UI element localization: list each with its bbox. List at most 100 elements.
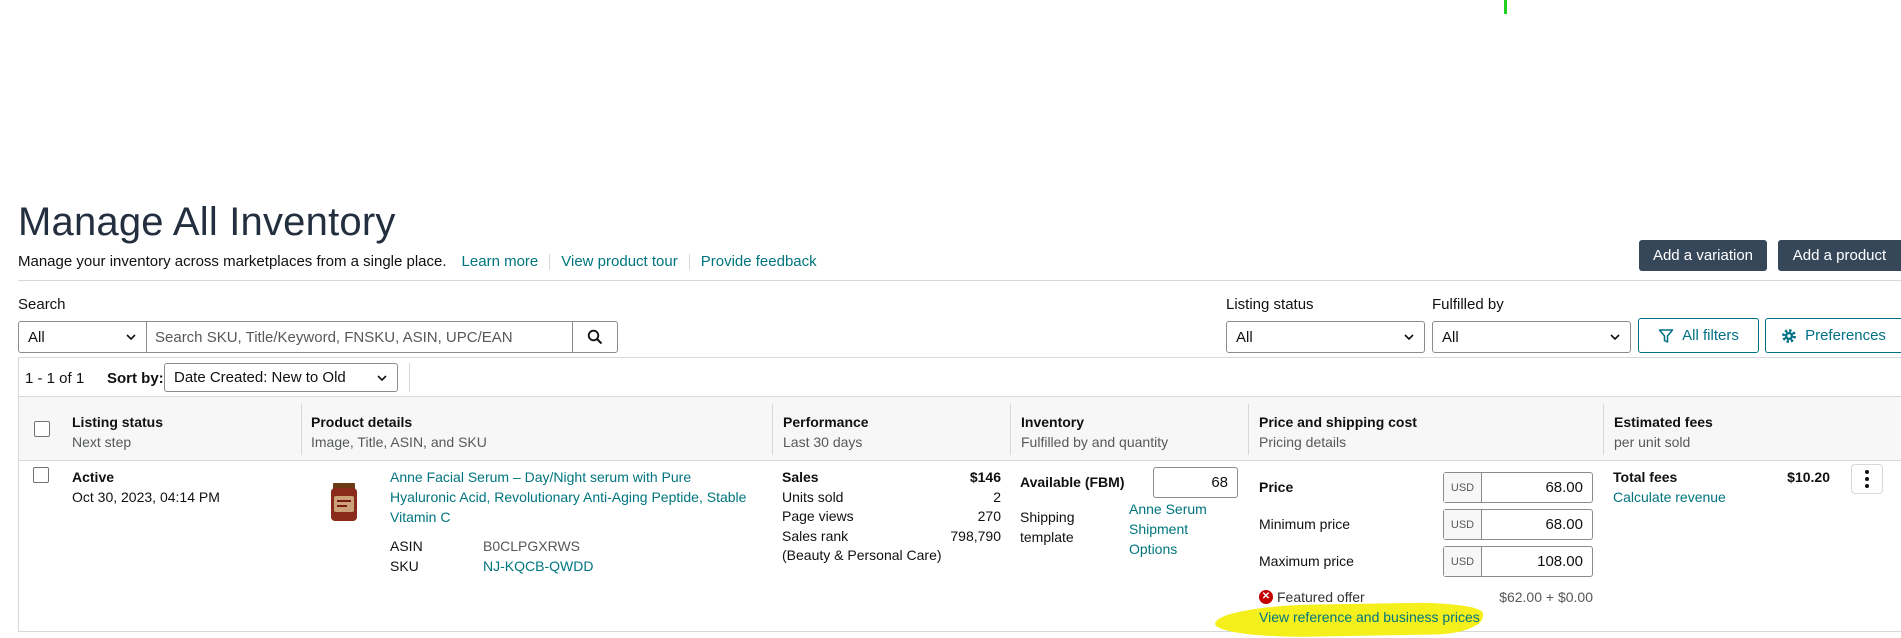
col-title: Performance — [783, 414, 869, 430]
price-input[interactable]: USD 68.00 — [1443, 472, 1593, 503]
shipping-template-label-1: Shipping — [1020, 509, 1075, 525]
link-divider — [549, 253, 551, 270]
max-price-value: 108.00 — [1537, 553, 1583, 570]
row-select-checkbox[interactable] — [33, 467, 49, 483]
listing-status: Active — [72, 469, 115, 485]
listing-date: Oct 30, 2023, 04:14 PM — [72, 489, 220, 505]
link-divider — [688, 253, 690, 270]
sort-value: Date Created: New to Old — [174, 369, 346, 386]
results-bar: 1 - 1 of 1 Sort by: Date Created: New to… — [18, 357, 1901, 396]
col-subtitle: per unit sold — [1614, 434, 1691, 450]
chevron-down-icon — [126, 334, 136, 341]
chevron-down-icon — [1610, 334, 1620, 341]
sort-label: Sort by: — [107, 370, 164, 387]
search-input[interactable]: Search SKU, Title/Keyword, FNSKU, ASIN, … — [146, 321, 573, 353]
col-title: Listing status — [72, 414, 164, 430]
listing-status-value: All — [1236, 328, 1253, 346]
dot-icon — [1865, 470, 1869, 474]
product-title-line-1[interactable]: Anne Facial Serum – Day/Night serum with… — [390, 467, 691, 487]
preferences-label: Preferences — [1805, 327, 1886, 344]
reference-prices-link[interactable]: View reference and business prices — [1259, 607, 1480, 627]
chevron-down-icon — [1404, 334, 1414, 341]
col-estimated-fees: Estimated fees per unit sold — [1614, 412, 1713, 452]
product-title-line-2[interactable]: Hyaluronic Acid, Revolutionary Anti-Agin… — [390, 487, 746, 507]
add-variation-button[interactable]: Add a variation — [1639, 240, 1767, 271]
price-label: Price — [1259, 479, 1294, 495]
min-price-label: Minimum price — [1259, 516, 1351, 532]
more-actions-button[interactable] — [1851, 464, 1883, 494]
dot-icon — [1865, 484, 1869, 488]
search-placeholder: Search SKU, Title/Keyword, FNSKU, ASIN, … — [155, 328, 513, 346]
col-subtitle: Pricing details — [1259, 434, 1347, 450]
available-fbm-label: Available (FBM) — [1020, 474, 1125, 490]
results-bar-divider — [409, 363, 410, 392]
fulfilled-by-label: Fulfilled by — [1432, 296, 1504, 313]
currency-label: USD — [1444, 473, 1482, 502]
listing-status-select[interactable]: All — [1226, 321, 1425, 353]
search-scope-value: All — [28, 328, 45, 346]
col-subtitle: Next step — [72, 434, 132, 450]
min-price-input[interactable]: USD 68.00 — [1443, 509, 1593, 540]
page-subtitle-bar: Manage your inventory across marketplace… — [18, 253, 817, 270]
filter-icon — [1658, 328, 1674, 343]
view-product-tour-link[interactable]: View product tour — [561, 253, 677, 270]
min-price-value: 68.00 — [1545, 516, 1583, 533]
asin-label: ASIN — [390, 538, 423, 554]
select-all-checkbox[interactable] — [34, 421, 50, 437]
units-value: 2 — [993, 489, 1001, 505]
page-views-label: Page views — [782, 508, 854, 524]
search-label: Search — [18, 296, 66, 313]
col-subtitle: Last 30 days — [783, 434, 863, 450]
preferences-button[interactable]: Preferences — [1765, 318, 1901, 353]
page-title: Manage All Inventory — [18, 200, 396, 244]
col-divider — [1248, 404, 1249, 455]
header-divider — [18, 280, 1901, 281]
gear-icon — [1782, 328, 1796, 343]
col-title: Product details — [311, 414, 413, 430]
currency-label: USD — [1444, 510, 1482, 539]
col-title: Inventory — [1021, 414, 1085, 430]
page-views-value: 270 — [977, 508, 1001, 524]
search-button[interactable] — [572, 321, 618, 353]
sales-rank-label: Sales rank — [782, 528, 849, 544]
price-value: 68.00 — [1545, 479, 1583, 496]
sales-rank-value: 798,790 — [950, 528, 1001, 544]
shipping-template-link-2[interactable]: Shipment — [1129, 519, 1188, 539]
col-divider — [301, 404, 302, 455]
chevron-down-icon — [377, 375, 387, 382]
fulfilled-by-value: All — [1442, 328, 1459, 346]
product-title-line-3[interactable]: Vitamin C — [390, 507, 450, 527]
shipping-template-label-2: template — [1020, 529, 1074, 545]
listing-status-label: Listing status — [1226, 296, 1314, 313]
table-header: Listing status Next step Product details… — [18, 396, 1901, 461]
provide-feedback-link[interactable]: Provide feedback — [701, 253, 817, 270]
search-scope-select[interactable]: All — [18, 321, 147, 353]
all-filters-button[interactable]: All filters — [1638, 318, 1759, 353]
units-label: Units sold — [782, 489, 844, 505]
total-fees-value: $10.20 — [1787, 469, 1830, 485]
col-subtitle: Fulfilled by and quantity — [1021, 434, 1169, 450]
total-fees-label: Total fees — [1613, 469, 1678, 485]
max-price-input[interactable]: USD 108.00 — [1443, 546, 1593, 577]
fulfilled-by-select[interactable]: All — [1432, 321, 1631, 353]
sku-label: SKU — [390, 558, 419, 574]
max-price-label: Maximum price — [1259, 553, 1354, 569]
col-product-details: Product details Image, Title, ASIN, and … — [311, 412, 487, 452]
sku-link[interactable]: NJ-KQCB-QWDD — [483, 556, 593, 576]
asin-value: B0CLPGXRWS — [483, 538, 580, 554]
featured-offer-label: Featured offer — [1277, 589, 1365, 605]
sort-select[interactable]: Date Created: New to Old — [164, 363, 398, 392]
col-divider — [1603, 404, 1604, 455]
quantity-input[interactable]: 68 — [1153, 467, 1238, 498]
sales-label: Sales — [782, 469, 819, 485]
calculate-revenue-link[interactable]: Calculate revenue — [1613, 487, 1726, 507]
learn-more-link[interactable]: Learn more — [462, 253, 539, 270]
col-title: Estimated fees — [1614, 414, 1713, 430]
page-subtitle: Manage your inventory across marketplace… — [18, 253, 447, 270]
shipping-template-link-1[interactable]: Anne Serum — [1129, 499, 1207, 519]
shipping-template-link-3[interactable]: Options — [1129, 539, 1177, 559]
col-divider — [1010, 404, 1011, 455]
add-product-button[interactable]: Add a product — [1778, 240, 1901, 271]
currency-label: USD — [1444, 547, 1482, 576]
product-thumbnail[interactable] — [330, 482, 358, 522]
